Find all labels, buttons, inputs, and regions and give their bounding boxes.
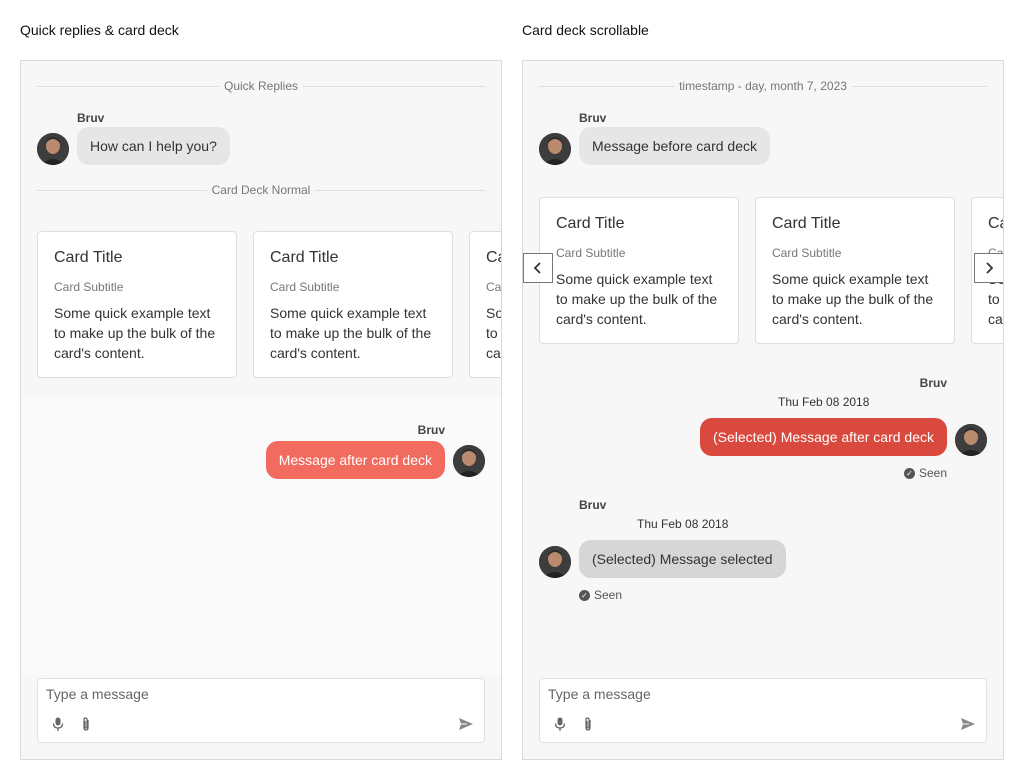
microphone-icon[interactable]	[50, 716, 66, 732]
incoming-message-bubble[interactable]: How can I help you?	[77, 127, 230, 165]
send-icon[interactable]	[458, 716, 474, 732]
card-title: Card Title	[772, 215, 841, 232]
seen-status: ✓ Seen	[579, 588, 622, 602]
card-title: Card Title	[54, 249, 123, 266]
chat-panel-card-deck-scrollable: timestamp - day, month 7, 2023 Bruv Mess…	[522, 60, 1004, 760]
chevron-right-icon	[986, 262, 994, 274]
avatar[interactable]	[453, 445, 485, 477]
card-deck-prev-button[interactable]	[523, 253, 553, 283]
card-title: Card Title	[270, 249, 339, 266]
card-text: Some quick example text to make up the b…	[486, 305, 502, 361]
incoming-message-bubble-selected[interactable]: (Selected) Message selected	[579, 540, 786, 578]
message-sender: Bruv	[919, 376, 947, 390]
outgoing-message-bubble[interactable]: Message after card deck	[265, 441, 445, 479]
message-sender: Bruv	[579, 111, 607, 125]
message-sender: Bruv	[417, 423, 445, 437]
card[interactable]: Card Title Card Subtitle Some quick exam…	[37, 231, 237, 378]
avatar[interactable]	[955, 424, 987, 456]
card-subtitle: Card Subtitle	[772, 246, 842, 260]
seen-status: ✓ Seen	[903, 466, 947, 480]
message-sender: Bruv	[579, 498, 607, 512]
avatar[interactable]	[539, 133, 571, 165]
card-title: Card Title	[988, 215, 1003, 232]
card-subtitle: Card Subtitle	[54, 280, 124, 294]
chat-panel-quick-replies: Quick Replies Bruv How can I help you? C…	[20, 60, 502, 760]
card-deck-next-button[interactable]	[974, 253, 1003, 283]
microphone-icon[interactable]	[552, 716, 568, 732]
divider-quick-replies: Quick Replies	[37, 79, 485, 93]
message-timestamp: Thu Feb 08 2018	[778, 395, 870, 409]
message-sender: Bruv	[77, 111, 105, 125]
divider-timestamp: timestamp - day, month 7, 2023	[539, 79, 987, 93]
message-list-area	[21, 395, 501, 675]
send-icon[interactable]	[960, 716, 976, 732]
paperclip-icon[interactable]	[580, 716, 596, 732]
card-text: Some quick example text to make up the b…	[772, 271, 934, 327]
card[interactable]: Card Title Card Subtitle Some quick exam…	[755, 197, 955, 344]
card-subtitle: Card Subtitle	[486, 280, 502, 294]
divider-card-deck: Card Deck Normal	[37, 183, 485, 197]
card-subtitle: Card Subtitle	[270, 280, 340, 294]
outgoing-message-bubble-selected[interactable]: (Selected) Message after card deck	[700, 418, 947, 456]
check-circle-icon: ✓	[579, 589, 590, 601]
card[interactable]: Card Title Card Subtitle Some quick exam…	[469, 231, 502, 378]
chevron-left-icon	[533, 262, 541, 274]
avatar[interactable]	[539, 546, 571, 578]
message-input[interactable]	[46, 685, 466, 703]
card-text: Some quick example text to make up the b…	[270, 305, 432, 361]
left-panel-heading: Quick replies & card deck	[20, 22, 179, 38]
incoming-message-bubble[interactable]: Message before card deck	[579, 127, 770, 165]
message-input[interactable]	[548, 685, 968, 703]
card[interactable]: Card Title Card Subtitle Some quick exam…	[253, 231, 453, 378]
message-timestamp: Thu Feb 08 2018	[637, 517, 729, 531]
card-title: Card Title	[486, 249, 501, 266]
card[interactable]: Card Title Card Subtitle Some quick exam…	[539, 197, 739, 344]
paperclip-icon[interactable]	[78, 716, 94, 732]
card-title: Card Title	[556, 215, 625, 232]
right-panel-heading: Card deck scrollable	[522, 22, 649, 38]
check-circle-icon: ✓	[903, 467, 915, 479]
message-composer	[37, 678, 485, 743]
card-subtitle: Card Subtitle	[556, 246, 626, 260]
message-composer	[539, 678, 987, 743]
card-text: Some quick example text to make up the b…	[556, 271, 718, 327]
avatar[interactable]	[37, 133, 69, 165]
card-text: Some quick example text to make up the b…	[54, 305, 216, 361]
